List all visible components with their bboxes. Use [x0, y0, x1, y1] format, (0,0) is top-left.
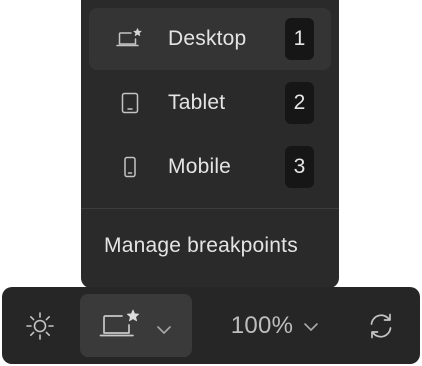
refresh-button[interactable]: [359, 305, 403, 347]
menu-item-mobile[interactable]: Mobile 3: [89, 136, 331, 198]
breakpoint-menu: Desktop 1 Tablet 2 Mobile 3 Manage break…: [81, 0, 339, 288]
theme-toggle-button[interactable]: [18, 305, 62, 347]
mobile-icon: [115, 154, 145, 180]
tablet-icon: [115, 90, 145, 116]
sun-icon: [24, 310, 56, 342]
manage-breakpoints-link[interactable]: Manage breakpoints: [104, 234, 298, 258]
menu-divider: [81, 208, 339, 209]
chevron-down-icon: [156, 325, 172, 335]
menu-item-label: Mobile: [168, 155, 232, 178]
shortcut-badge: 2: [285, 82, 314, 124]
menu-item-label: Tablet: [168, 91, 226, 114]
laptop-star-icon: [115, 26, 145, 52]
zoom-value: 100%: [230, 312, 294, 339]
menu-item-desktop[interactable]: Desktop 1: [89, 8, 331, 70]
menu-item-label: Desktop: [168, 27, 247, 50]
laptop-star-icon: [98, 308, 146, 344]
menu-item-tablet[interactable]: Tablet 2: [89, 72, 331, 134]
shortcut-badge: 3: [285, 146, 314, 188]
device-breakpoint-button[interactable]: [80, 294, 192, 357]
breakpoint-switcher: Desktop 1 Tablet 2 Mobile 3 Manage break…: [0, 0, 422, 366]
refresh-icon: [365, 310, 397, 342]
bottom-toolbar: 100%: [2, 287, 420, 364]
zoom-select[interactable]: 100%: [220, 305, 330, 347]
chevron-down-icon: [303, 322, 319, 332]
shortcut-badge: 1: [285, 18, 314, 60]
